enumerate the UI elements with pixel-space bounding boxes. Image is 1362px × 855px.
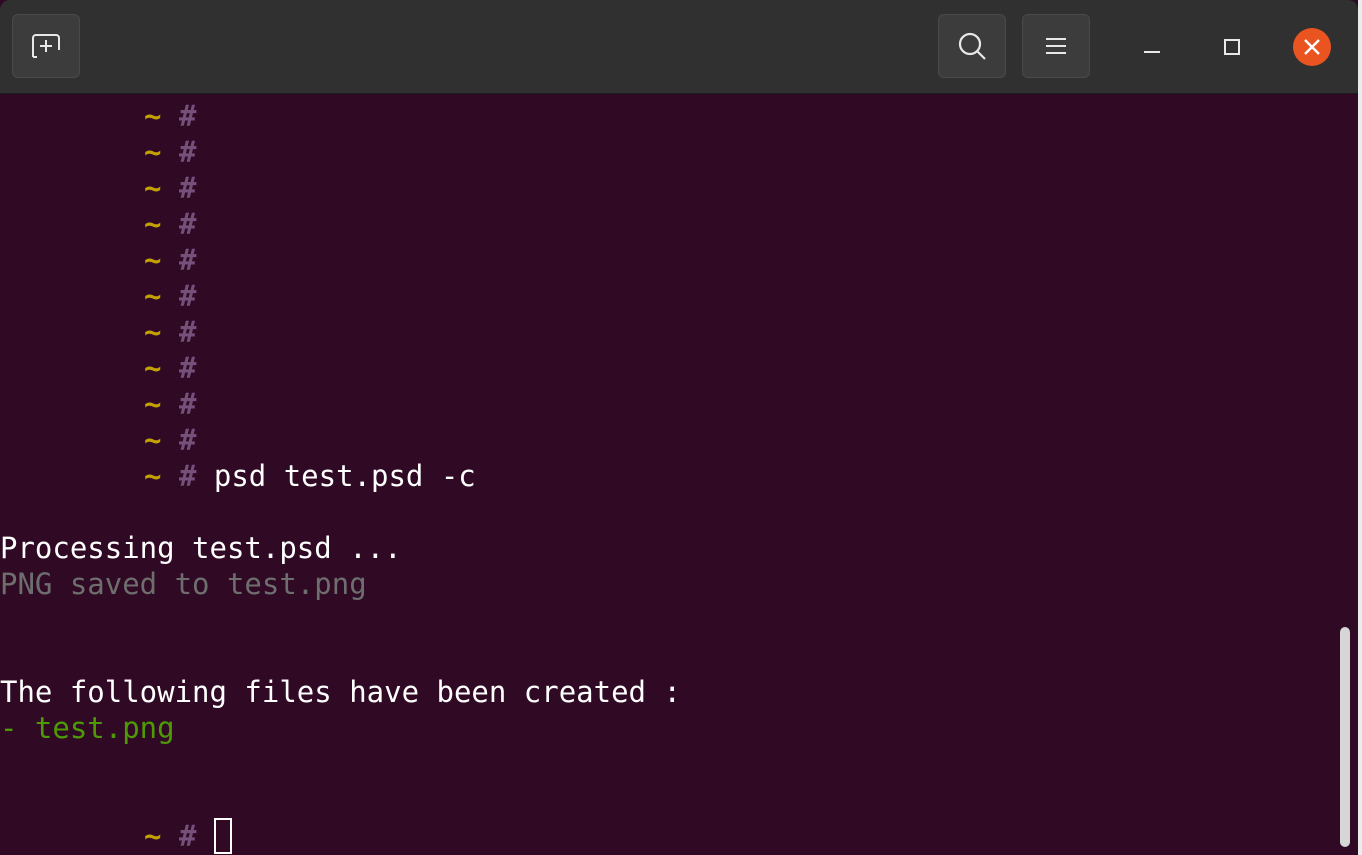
prompt-tilde: ~: [144, 99, 162, 133]
empty-prompt-line: ~ #: [144, 350, 196, 386]
background-window-edge: [1358, 0, 1362, 855]
prompt-hash: #: [178, 819, 197, 853]
prompt-tilde: ~: [144, 171, 162, 205]
empty-prompt-line: ~ #: [144, 98, 196, 134]
new-tab-icon: [32, 34, 60, 58]
prompt-tilde: ~: [144, 387, 162, 421]
empty-prompt-line: ~ #: [144, 386, 196, 422]
prompt-tilde: ~: [144, 243, 162, 277]
scrollbar-thumb[interactable]: [1340, 627, 1350, 847]
empty-prompt-line: ~ #: [144, 206, 196, 242]
new-tab-button[interactable]: [12, 14, 80, 78]
prompt-tilde: ~: [144, 315, 162, 349]
prompt-hash: #: [178, 315, 197, 349]
close-icon: [1304, 39, 1320, 55]
empty-prompt-line: ~ #: [144, 422, 196, 458]
command-line: ~ # psd test.psd -c: [144, 458, 476, 494]
terminal-window: ~ # ~ # ~ # ~ # ~ # ~ # ~ # ~ # ~ # ~ # ~ # psd t…: [0, 0, 1358, 855]
empty-prompt-line: ~ #: [144, 278, 196, 314]
text-cursor: [213, 818, 232, 854]
empty-prompt-line: ~ #: [144, 314, 196, 350]
prompt-tilde: ~: [144, 207, 162, 241]
maximize-button[interactable]: [1213, 28, 1251, 66]
prompt-hash: #: [178, 387, 197, 421]
processing-line: Processing test.psd ...: [0, 531, 402, 565]
prompt-hash: #: [178, 351, 197, 385]
prompt-hash: #: [178, 459, 197, 493]
prompt-hash: #: [178, 279, 197, 313]
created-heading: The following files have been created :: [0, 675, 681, 709]
prompt-tilde: ~: [144, 351, 162, 385]
search-button[interactable]: [938, 14, 1006, 78]
menu-button[interactable]: [1022, 14, 1090, 78]
prompt-tilde: ~: [144, 423, 162, 457]
active-prompt-line: ~ #: [144, 818, 232, 854]
prompt-tilde: ~: [144, 459, 162, 493]
empty-prompt-line: ~ #: [144, 242, 196, 278]
search-icon: [958, 32, 986, 60]
created-file-line: - test.png: [0, 710, 175, 746]
hamburger-menu-icon: [1046, 38, 1066, 54]
prompt-hash: #: [178, 171, 197, 205]
created-file-dash: -: [0, 711, 35, 745]
prompt-hash: #: [178, 423, 197, 457]
prompt-tilde: ~: [144, 819, 162, 853]
close-button[interactable]: [1293, 28, 1331, 66]
header-bar: [0, 0, 1358, 94]
minimize-button[interactable]: [1133, 28, 1171, 66]
saved-line: PNG saved to test.png: [0, 567, 367, 601]
command-text: psd test.psd -c: [213, 459, 476, 493]
prompt-hash: #: [178, 99, 197, 133]
maximize-icon: [1224, 39, 1240, 55]
minimize-icon: [1144, 51, 1160, 53]
prompt-hash: #: [178, 243, 197, 277]
prompt-hash: #: [178, 135, 197, 169]
prompt-tilde: ~: [144, 135, 162, 169]
prompt-tilde: ~: [144, 279, 162, 313]
terminal-output[interactable]: ~ # ~ # ~ # ~ # ~ # ~ # ~ # ~ # ~ # ~ # ~ # psd t…: [0, 94, 1358, 855]
prompt-hash: #: [178, 207, 197, 241]
empty-prompt-line: ~ #: [144, 170, 196, 206]
empty-prompt-line: ~ #: [144, 134, 196, 170]
created-file-name: test.png: [34, 711, 175, 745]
